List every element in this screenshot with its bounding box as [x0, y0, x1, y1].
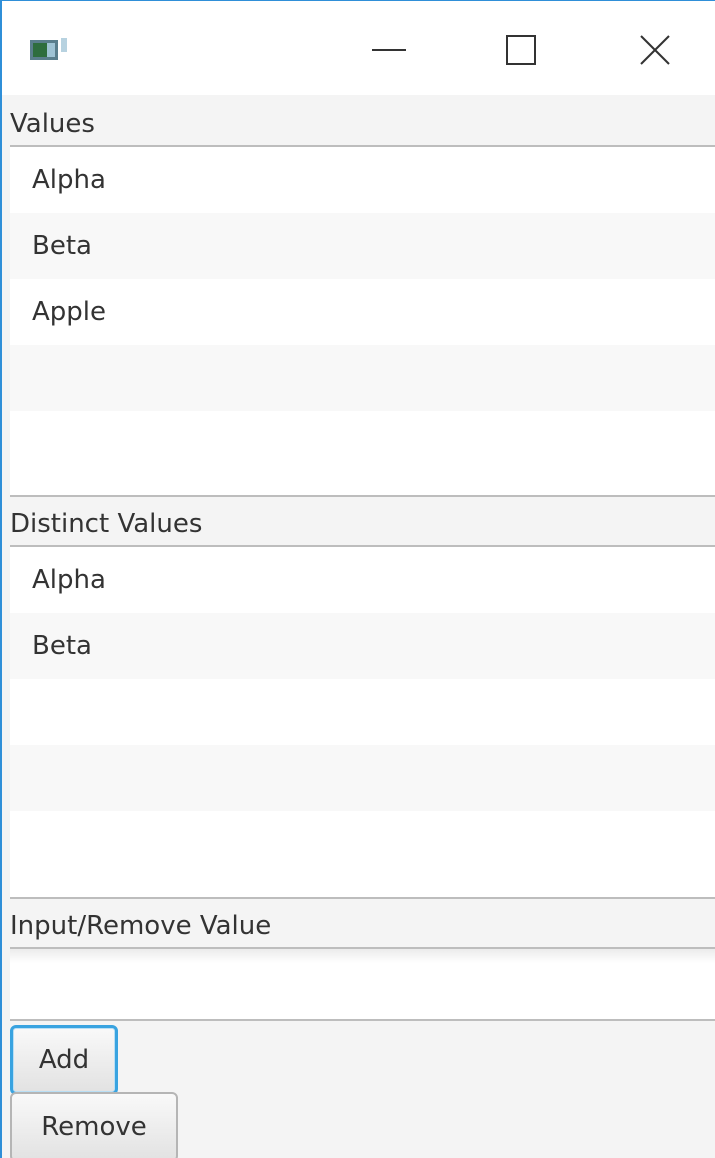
values-list[interactable]: Alpha Beta Apple [10, 145, 715, 497]
minimize-button[interactable] [359, 25, 419, 75]
list-item[interactable]: Beta [10, 213, 715, 279]
values-label: Values [10, 109, 95, 139]
list-item[interactable] [10, 679, 715, 745]
distinct-values-list[interactable]: Alpha Beta [10, 545, 715, 899]
input-remove-label: Input/Remove Value [10, 911, 272, 941]
list-item[interactable]: Alpha [10, 547, 715, 613]
value-input-container [10, 947, 715, 1021]
list-item[interactable]: Alpha [10, 147, 715, 213]
distinct-values-label: Distinct Values [10, 509, 203, 539]
list-item[interactable] [10, 411, 715, 477]
java-app-icon [30, 38, 72, 62]
add-button[interactable]: Add [10, 1025, 118, 1095]
app-window: Values Alpha Beta Apple Distinct Values … [0, 0, 715, 1158]
close-icon [640, 35, 670, 65]
list-item[interactable] [10, 345, 715, 411]
value-input[interactable] [10, 949, 715, 1019]
maximize-icon [506, 35, 536, 65]
list-item[interactable]: Beta [10, 613, 715, 679]
close-button[interactable] [625, 25, 685, 75]
maximize-button[interactable] [491, 25, 551, 75]
remove-button[interactable]: Remove [10, 1092, 178, 1158]
list-item[interactable]: Apple [10, 279, 715, 345]
list-item[interactable] [10, 745, 715, 811]
minimize-icon [372, 48, 406, 52]
title-bar [2, 1, 715, 95]
list-item[interactable] [10, 811, 715, 877]
